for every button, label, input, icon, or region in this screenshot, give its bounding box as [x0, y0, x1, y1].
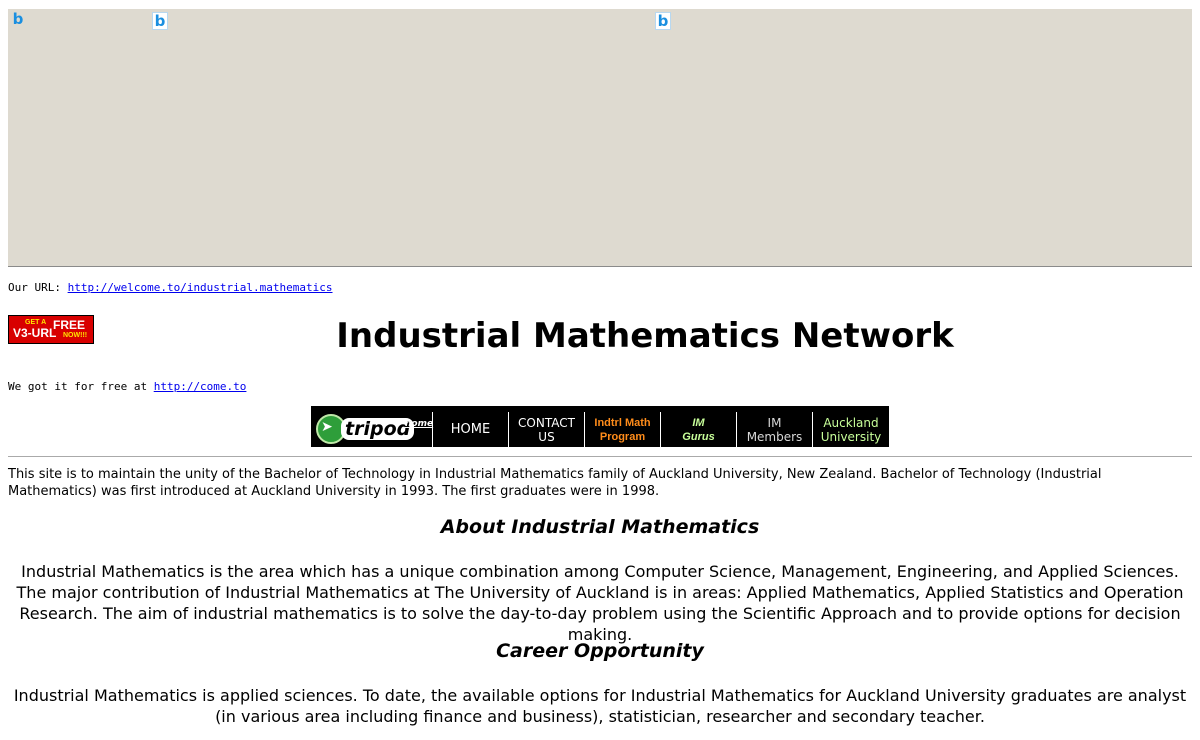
- welcome-to-link[interactable]: http://welcome.to/industrial.mathematics: [68, 281, 333, 294]
- tripod-nav-bar: ➤ tripod home HOME CONTACT US Indtrl Math…: [311, 406, 889, 447]
- nav-gurus-label: IM Gurus: [682, 416, 714, 444]
- nav-im-members[interactable]: IM Members: [737, 412, 813, 447]
- tripod-logo-word: tripod: [341, 418, 415, 440]
- nav-gurus-line2: Gurus: [682, 430, 715, 443]
- nav-members-line1: IM: [767, 415, 782, 430]
- career-heading: Career Opportunity: [496, 640, 704, 662]
- nav-auckland-line1: Auckland: [823, 415, 879, 430]
- nav-contact-line2: US: [538, 429, 555, 444]
- nav-home[interactable]: HOME: [433, 412, 509, 447]
- bing-b-icon[interactable]: b: [10, 10, 26, 28]
- nav-contact-us[interactable]: CONTACT US: [509, 412, 585, 447]
- free-at-label: We got it for free at: [8, 380, 154, 393]
- page-title: Industrial Mathematics Network: [336, 316, 954, 356]
- nav-members-line2: Members: [746, 429, 803, 444]
- nav-home-label: HOME: [450, 421, 491, 437]
- divider: [8, 456, 1192, 457]
- arrow-right-icon: ➤: [321, 419, 333, 435]
- nav-contact-line1: CONTACT: [518, 415, 575, 430]
- about-paragraph: Industrial Mathematics is the area which…: [16, 562, 1184, 644]
- nav-contact-label: CONTACT US: [518, 416, 575, 444]
- nav-program-label: Indtrl Math Program: [594, 416, 650, 444]
- nav-auckland-line2: University: [820, 429, 882, 444]
- career-paragraph: Industrial Mathematics is applied scienc…: [13, 686, 1187, 726]
- ad-banner-area[interactable]: b b b: [8, 9, 1192, 267]
- intro-paragraph: This site is to maintain the unity of th…: [8, 467, 1102, 499]
- our-url-label: Our URL:: [8, 281, 68, 294]
- nav-program-line1: Indtrl Math: [594, 416, 651, 429]
- nav-program-line2: Program: [599, 430, 646, 443]
- bing-b-icon[interactable]: b: [152, 12, 168, 30]
- free-at-line: We got it for free at http://come.to: [8, 380, 246, 393]
- bing-b-icon[interactable]: b: [655, 12, 671, 30]
- nav-auckland-university[interactable]: Auckland University: [813, 412, 889, 447]
- come-to-link[interactable]: http://come.to: [154, 380, 247, 393]
- tripod-logo-home: home: [405, 419, 434, 429]
- nav-members-label: IM Members: [747, 416, 803, 444]
- tripod-logo[interactable]: ➤ tripod home: [311, 412, 433, 447]
- nav-auckland-label: Auckland University: [821, 416, 882, 444]
- our-url-line: Our URL: http://welcome.to/industrial.ma…: [8, 281, 333, 294]
- about-heading: About Industrial Mathematics: [440, 516, 760, 538]
- nav-im-gurus[interactable]: IM Gurus: [661, 412, 737, 447]
- nav-gurus-line1: IM: [692, 416, 705, 429]
- nav-indtrl-math-program[interactable]: Indtrl Math Program: [585, 412, 661, 447]
